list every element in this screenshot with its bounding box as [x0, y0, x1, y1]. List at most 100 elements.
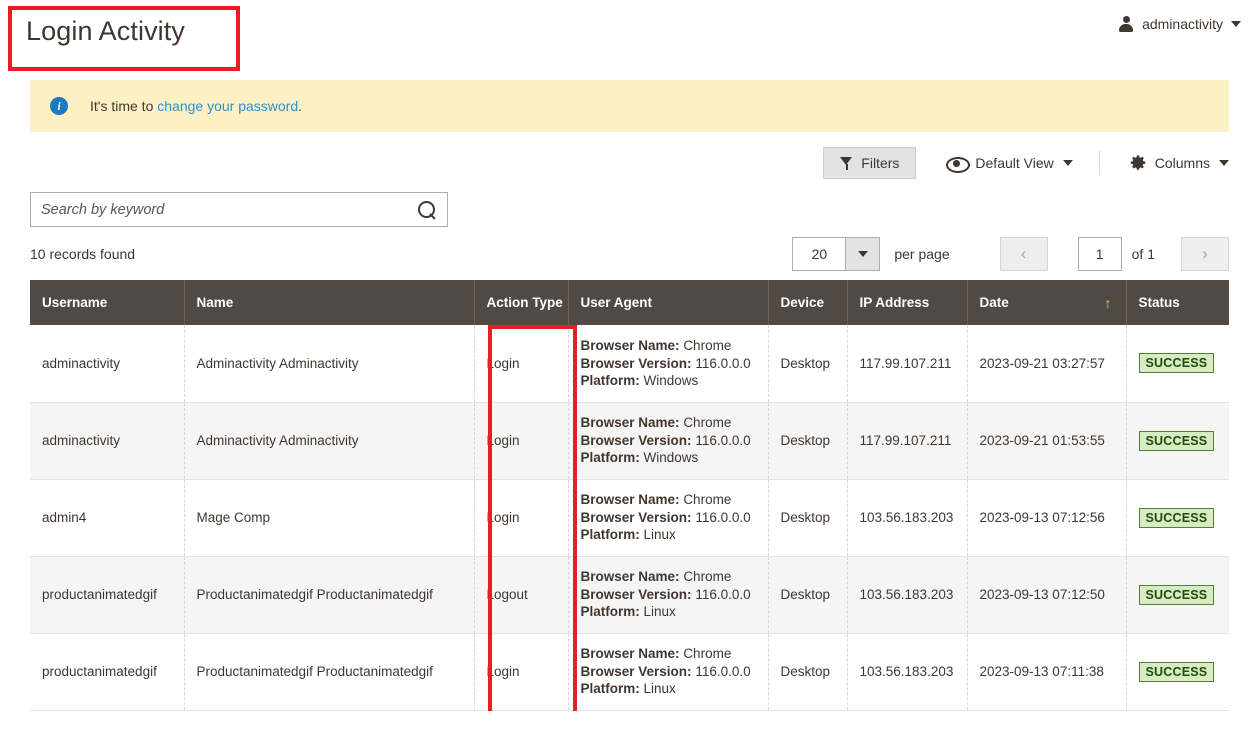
column-header-ip-address[interactable]: IP Address: [847, 280, 968, 325]
ua-label: Browser Name:: [580, 646, 680, 662]
column-header-label: Device: [780, 295, 825, 310]
ua-browser-version: Browser Version: 116.0.0.0: [581, 432, 756, 450]
table-row[interactable]: adminactivity Adminactivity Adminactivit…: [30, 402, 1229, 480]
ua-value: 116.0.0.0: [695, 432, 751, 448]
columns-control[interactable]: Columns: [1130, 155, 1229, 171]
table-row[interactable]: productanimatedgif Productanimatedgif Pr…: [30, 556, 1229, 634]
next-page-button[interactable]: ›: [1181, 237, 1229, 271]
login-activity-table: Username Name Action Type User Agent Dev…: [30, 280, 1229, 711]
ua-browser-version: Browser Version: 116.0.0.0: [581, 586, 756, 604]
ua-platform: Platform: Linux: [581, 680, 756, 698]
cell-ip-address: 103.56.183.203: [847, 479, 968, 557]
cell-date: 2023-09-21 03:27:57: [967, 325, 1127, 403]
ua-value: 116.0.0.0: [695, 509, 751, 525]
ua-label: Browser Version:: [580, 663, 692, 679]
ua-value: Chrome: [683, 492, 732, 508]
ua-label: Browser Version:: [580, 355, 692, 371]
table-row[interactable]: admin4 Mage Comp Login Browser Name: Chr…: [30, 479, 1229, 557]
ua-browser-name: Browser Name: Chrome: [581, 491, 756, 509]
user-menu[interactable]: adminactivity: [1118, 16, 1241, 32]
cell-status: SUCCESS: [1126, 479, 1229, 557]
search-input[interactable]: [31, 193, 407, 226]
cell-user-agent: Browser Name: Chrome Browser Version: 11…: [568, 402, 769, 480]
ua-browser-version: Browser Version: 116.0.0.0: [581, 355, 756, 373]
pagination: 20 per page ‹ of 1 ›: [792, 237, 1229, 271]
ua-label: Browser Version:: [580, 432, 692, 448]
filters-button[interactable]: Filters: [823, 147, 917, 179]
column-header-status[interactable]: Status: [1126, 280, 1229, 325]
cell-ip-address: 103.56.183.203: [847, 633, 968, 711]
records-row: 10 records found 20 per page ‹ of 1 ›: [30, 234, 1229, 280]
search-submit-button[interactable]: [407, 193, 447, 226]
records-count: 10 records found: [30, 246, 136, 262]
cell-username: adminactivity: [30, 325, 185, 403]
cell-username: admin4: [30, 479, 185, 557]
column-header-action-type[interactable]: Action Type: [474, 280, 569, 325]
notice-text-after: .: [298, 98, 303, 114]
search-box[interactable]: [30, 192, 448, 227]
cell-user-agent: Browser Name: Chrome Browser Version: 11…: [568, 556, 769, 634]
cell-status: SUCCESS: [1126, 556, 1229, 634]
cell-status: SUCCESS: [1126, 325, 1229, 403]
ua-browser-name: Browser Name: Chrome: [581, 414, 756, 432]
chevron-down-icon: [1062, 160, 1073, 166]
notice-text: It's time to change your password.: [90, 98, 302, 114]
user-icon: [1118, 16, 1134, 32]
table-body: adminactivity Adminactivity Adminactivit…: [30, 325, 1229, 711]
cell-status: SUCCESS: [1126, 402, 1229, 480]
ua-platform: Platform: Windows: [581, 449, 756, 467]
previous-page-button[interactable]: ‹: [999, 237, 1048, 271]
cell-device: Desktop: [768, 402, 848, 480]
status-badge: SUCCESS: [1138, 507, 1215, 528]
column-header-date[interactable]: ↑ Date: [967, 280, 1127, 325]
ua-browser-name: Browser Name: Chrome: [581, 645, 756, 663]
cell-ip-address: 117.99.107.211: [847, 402, 968, 480]
cell-date: 2023-09-13 07:12:56: [967, 479, 1127, 557]
ua-value: Linux: [643, 681, 676, 697]
ua-value: 116.0.0.0: [695, 355, 751, 371]
cell-action-type: Login: [474, 633, 569, 711]
table-head: Username Name Action Type User Agent Dev…: [30, 280, 1229, 325]
table-row[interactable]: productanimatedgif Productanimatedgif Pr…: [30, 633, 1229, 711]
cell-status: SUCCESS: [1126, 633, 1229, 711]
ua-value: Chrome: [683, 338, 732, 353]
search-icon: [418, 200, 436, 219]
column-header-username[interactable]: Username: [30, 280, 185, 325]
cell-name: Productanimatedgif Productanimatedgif: [184, 633, 475, 711]
column-header-device[interactable]: Device: [768, 280, 848, 325]
cell-date: 2023-09-13 07:11:38: [967, 633, 1127, 711]
column-header-user-agent[interactable]: User Agent: [568, 280, 769, 325]
sort-ascending-icon: ↑: [1104, 294, 1112, 311]
info-icon: i: [50, 97, 68, 115]
ua-label: Browser Name:: [580, 569, 680, 585]
ua-value: Linux: [643, 604, 676, 620]
change-password-link[interactable]: change your password: [157, 98, 298, 114]
table-header-row: Username Name Action Type User Agent Dev…: [30, 280, 1229, 325]
per-page-select[interactable]: 20: [792, 237, 881, 271]
data-grid-wrapper: Username Name Action Type User Agent Dev…: [30, 280, 1229, 711]
cell-device: Desktop: [768, 325, 848, 403]
ua-label: Platform:: [580, 450, 640, 466]
ua-label: Browser Version:: [580, 586, 692, 602]
column-header-name[interactable]: Name: [184, 280, 475, 325]
column-header-label: User Agent: [580, 295, 653, 310]
table-row[interactable]: adminactivity Adminactivity Adminactivit…: [30, 325, 1229, 403]
grid-toolbar: Filters Default View Columns: [30, 138, 1229, 188]
ua-label: Browser Name:: [580, 415, 680, 431]
gear-icon: [1130, 155, 1146, 171]
ua-platform: Platform: Linux: [581, 526, 756, 544]
default-view-switcher[interactable]: Default View: [946, 155, 1073, 173]
ua-label: Platform:: [580, 527, 640, 543]
per-page-label: per page: [894, 246, 950, 262]
cell-device: Desktop: [768, 556, 848, 634]
status-badge: SUCCESS: [1138, 430, 1215, 451]
cell-name: Mage Comp: [184, 479, 475, 557]
ua-value: Chrome: [683, 646, 732, 662]
current-page-input[interactable]: [1077, 237, 1122, 271]
status-badge: SUCCESS: [1138, 661, 1215, 682]
ua-label: Platform:: [580, 604, 640, 620]
cell-user-agent: Browser Name: Chrome Browser Version: 11…: [568, 633, 769, 711]
per-page-dropdown-toggle[interactable]: [845, 238, 880, 270]
cell-action-type: Login: [474, 325, 569, 403]
ua-value: Windows: [643, 373, 699, 388]
